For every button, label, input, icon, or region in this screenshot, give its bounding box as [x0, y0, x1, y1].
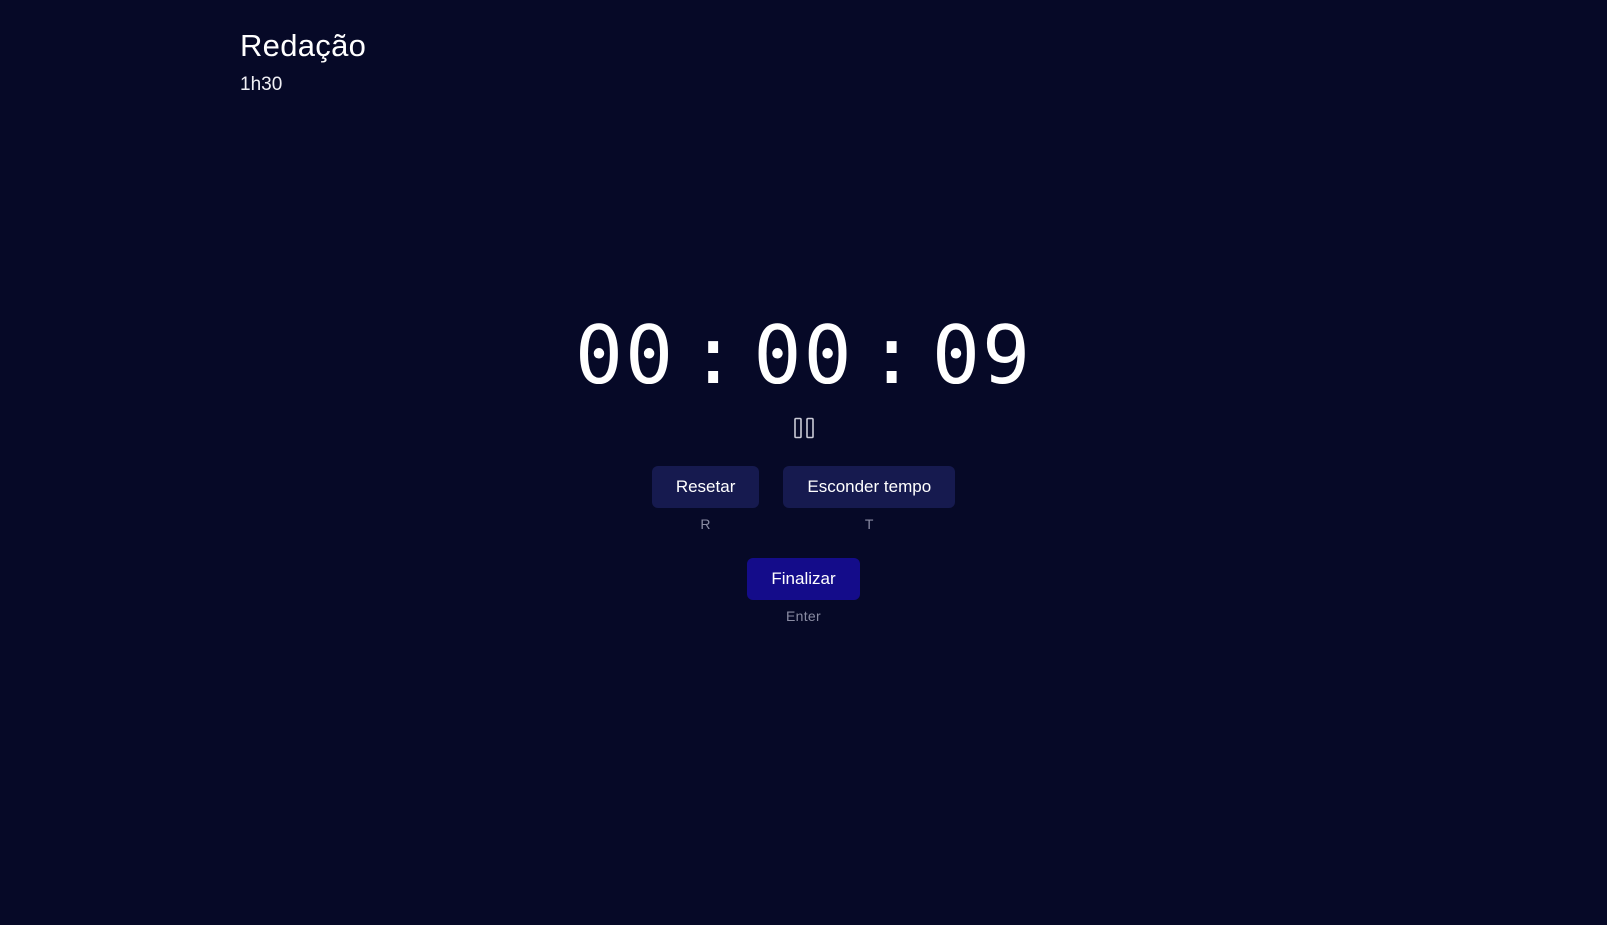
clock-minutes: 00: [753, 309, 854, 402]
timer-page: Redação 1h30 00 : 00 : 09 Resetar R Esco…: [0, 0, 1607, 925]
pause-button[interactable]: [792, 416, 816, 440]
reset-button[interactable]: Resetar: [651, 466, 760, 508]
reset-action: Resetar R: [651, 466, 760, 532]
hide-time-button[interactable]: Esconder tempo: [783, 466, 956, 508]
clock-separator: :: [689, 309, 740, 402]
finish-button[interactable]: Finalizar: [747, 558, 860, 600]
hide-time-action: Esconder tempo T: [783, 466, 956, 532]
pause-icon: [793, 417, 814, 439]
subject-duration: 1h30: [240, 74, 283, 95]
countdown-clock: 00 : 00 : 09: [575, 310, 1032, 402]
clock-hours: 00: [574, 309, 676, 402]
finish-shortcut-hint: Enter: [786, 608, 821, 624]
page-title: Redação: [240, 28, 367, 63]
hide-time-shortcut-hint: T: [864, 516, 874, 532]
actions-row: Resetar R Esconder tempo T: [651, 466, 956, 532]
finish-action: Finalizar Enter: [747, 558, 860, 624]
timer-area: 00 : 00 : 09 Resetar R Esconder tempo T …: [0, 310, 1607, 625]
clock-seconds: 09: [931, 309, 1033, 402]
clock-separator: :: [867, 309, 918, 402]
reset-shortcut-hint: R: [700, 516, 711, 532]
header: Redação 1h30: [240, 26, 366, 98]
